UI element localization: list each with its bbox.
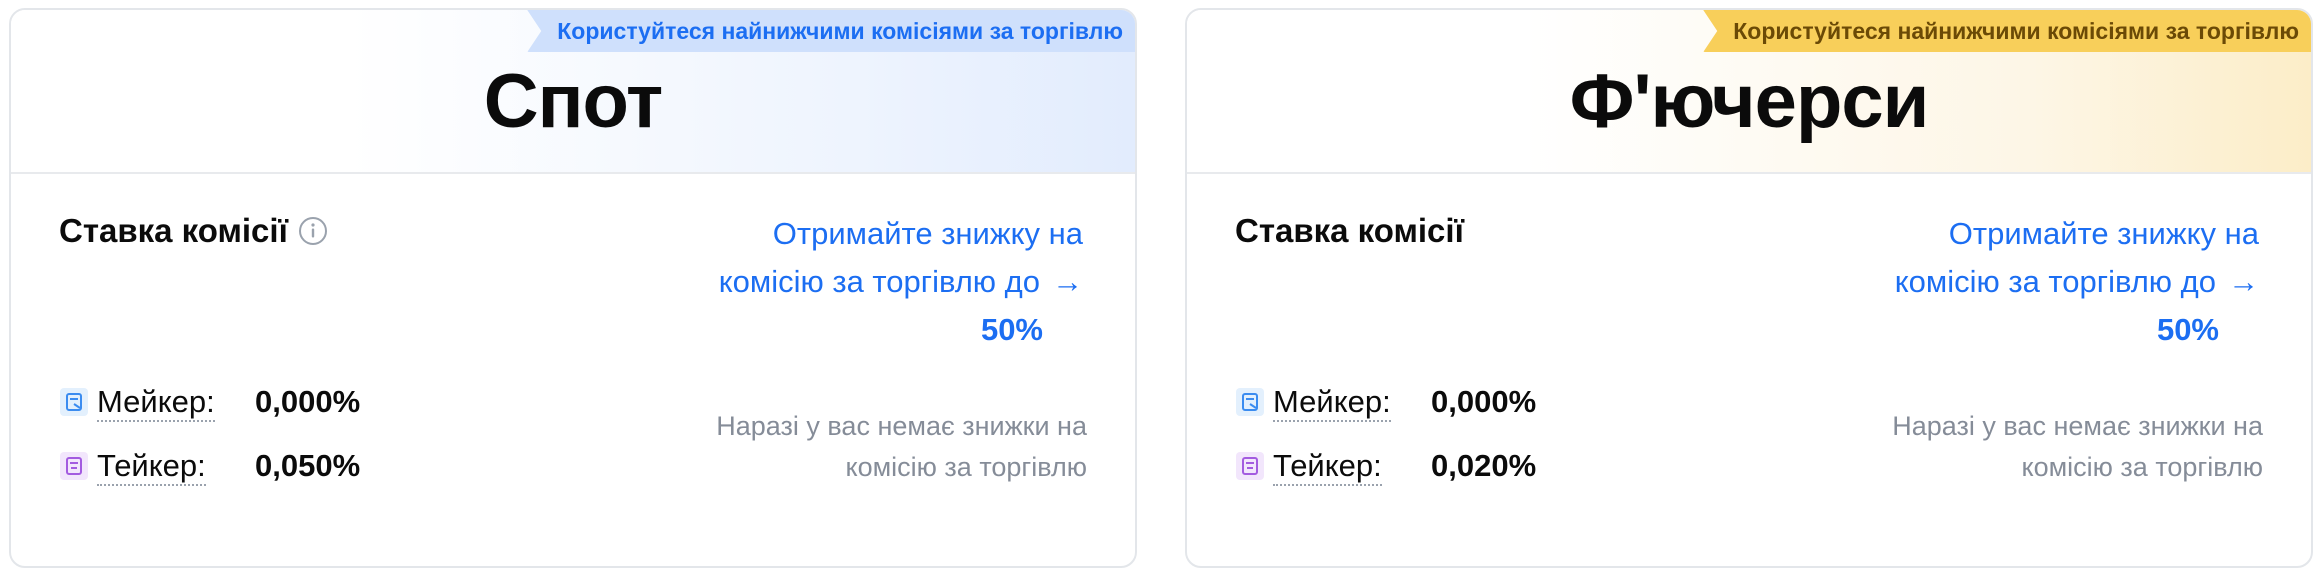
fee-rate-heading: Ставка комісії [59,212,328,250]
maker-fee-row: Мейкер: 0,000% [59,384,361,422]
note-line-2: комісію за торгівлю [845,452,1087,482]
promo-line-1: Отримайте знижку на [772,216,1083,251]
maker-order-icon [1236,388,1264,416]
futures-fee-card: Користуйтеся найнижчими комісіями за тор… [1185,8,2313,568]
promo-ribbon: Користуйтеся найнижчими комісіями за тор… [1703,10,2311,52]
discount-status-note: Наразі у вас немає знижки на комісію за … [657,406,1087,488]
taker-label[interactable]: Тейкер: [97,448,206,486]
card-title: Ф'ючерси [1569,59,1930,144]
maker-order-icon [60,388,88,416]
discount-status-note: Наразі у вас немає знижки на комісію за … [1833,406,2263,488]
fee-rate-heading: Ставка комісії [1235,212,1464,250]
arrow-right-icon: → [1052,264,1083,299]
note-line-2: комісію за торгівлю [2021,452,2263,482]
card-header: Користуйтеся найнижчими комісіями за тор… [1187,10,2311,174]
maker-fee-value: 0,000% [255,384,361,419]
maker-label[interactable]: Мейкер: [97,384,215,422]
taker-order-icon [60,452,88,480]
fee-rate-label: Ставка комісії [1235,212,1464,249]
note-line-1: Наразі у вас немає знижки на [1892,411,2263,441]
taker-label[interactable]: Тейкер: [1273,448,1382,486]
maker-fee-value: 0,000% [1431,384,1537,419]
promo-ribbon: Користуйтеся найнижчими комісіями за тор… [527,10,1135,52]
maker-fee-row: Мейкер: 0,000% [1235,384,1537,422]
promo-percentage: 50% [2156,312,2219,347]
note-line-1: Наразі у вас немає знижки на [716,411,1087,441]
promo-line-1: Отримайте знижку на [1948,216,2259,251]
card-title: Спот [483,59,664,144]
arrow-right-icon: → [2228,264,2259,299]
info-circle-icon[interactable] [298,216,328,246]
taker-order-icon [1236,452,1264,480]
promo-line-2: комісію за торгівлю до [1894,264,2216,299]
card-header: Користуйтеся найнижчими комісіями за тор… [11,10,1135,174]
taker-fee-value: 0,050% [255,448,361,483]
promo-percentage: 50% [980,312,1043,347]
taker-fee-row: Тейкер: 0,050% [59,448,361,486]
spot-fee-card: Користуйтеся найнижчими комісіями за тор… [9,8,1137,568]
taker-fee-row: Тейкер: 0,020% [1235,448,1537,486]
fee-rate-label: Ставка комісії [59,212,288,249]
taker-fee-value: 0,020% [1431,448,1537,483]
maker-label[interactable]: Мейкер: [1273,384,1391,422]
discount-promo-link[interactable]: Отримайте знижку на комісію за торгівлю … [1839,210,2259,354]
discount-promo-link[interactable]: Отримайте знижку на комісію за торгівлю … [663,210,1083,354]
promo-line-2: комісію за торгівлю до [718,264,1040,299]
